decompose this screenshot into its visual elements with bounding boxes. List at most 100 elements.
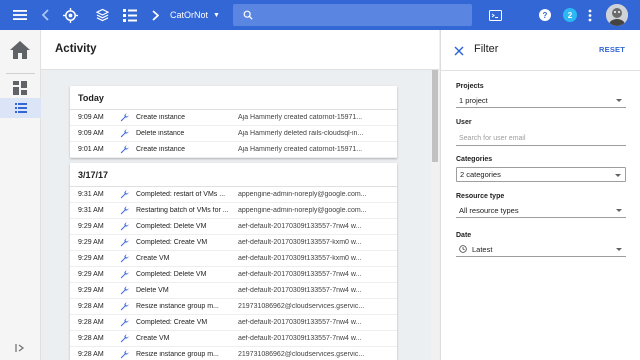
home-icon[interactable] bbox=[9, 39, 31, 61]
categories-value: 2 categories bbox=[460, 170, 501, 179]
activity-group-today: Today 9:09 AM Create instance Aja Hammerly… bbox=[70, 86, 397, 158]
activity-type: Create instance bbox=[136, 114, 186, 121]
activity-time: 9:29 AM bbox=[78, 239, 104, 246]
wrench-icon bbox=[120, 190, 129, 199]
activity-description: aef-default-20170309t133557-kxm0 w... bbox=[238, 255, 362, 262]
avatar[interactable] bbox=[606, 4, 628, 26]
resource-type-value: All resource types bbox=[459, 205, 519, 215]
activity-type: Create VM bbox=[136, 255, 170, 262]
nav-item-activity[interactable] bbox=[0, 98, 41, 118]
search-bar[interactable] bbox=[233, 4, 472, 26]
activity-type: Completed: Create VM bbox=[136, 319, 208, 326]
activity-description: appengine-admin-noreply@google.com... bbox=[238, 191, 367, 198]
wrench-icon bbox=[120, 286, 129, 295]
wrench-icon bbox=[120, 129, 129, 138]
activity-description: Aja Hammerly created catornot-15971... bbox=[238, 114, 363, 121]
activity-time: 9:29 AM bbox=[78, 271, 104, 278]
activity-row[interactable]: 9:29 AM Completed: Delete VM aef-default-2… bbox=[70, 267, 397, 283]
activity-time: 9:28 AM bbox=[78, 303, 104, 310]
activity-description: appengine-admin-noreply@google.com... bbox=[238, 207, 367, 214]
activity-row[interactable]: 9:29 AM Delete VM aef-default-20170309t133… bbox=[70, 283, 397, 299]
activity-row[interactable]: 9:09 AM Delete instance Aja Hammerly delet… bbox=[70, 126, 397, 142]
projects-label: Projects bbox=[456, 83, 484, 90]
resource-type-label: Resource type bbox=[456, 193, 505, 200]
activity-description: aef-default-20170309t133557-7nw4 w... bbox=[238, 319, 362, 326]
wrench-icon bbox=[120, 254, 129, 263]
activity-row[interactable]: 9:29 AM Completed: Create VM aef-default-2… bbox=[70, 235, 397, 251]
dropdown-arrow-icon bbox=[616, 209, 622, 212]
filter-panel: Filter RESET Projects 1 project User Sea… bbox=[440, 30, 640, 360]
help-icon[interactable]: ? bbox=[538, 0, 552, 30]
dashboard-icon[interactable] bbox=[13, 81, 27, 95]
activity-time: 9:31 AM bbox=[78, 207, 104, 214]
scrollbar-thumb[interactable] bbox=[432, 70, 438, 162]
resource-type-select[interactable]: All resource types bbox=[456, 203, 626, 218]
filter-divider bbox=[441, 70, 640, 71]
target-icon[interactable] bbox=[62, 0, 78, 30]
activity-time: 9:09 AM bbox=[78, 130, 104, 137]
more-vert-icon[interactable] bbox=[586, 0, 594, 30]
date-label: Date bbox=[456, 232, 472, 239]
activity-row[interactable]: 9:29 AM Create VM aef-default-20170309t133… bbox=[70, 251, 397, 267]
categories-label: Categories bbox=[456, 156, 493, 163]
top-app-bar: CatOrNot ▼ ? 2 bbox=[0, 0, 640, 30]
back-arrow-icon[interactable] bbox=[38, 0, 52, 30]
activity-row[interactable]: 9:29 AM Completed: Delete VM aef-default-2… bbox=[70, 219, 397, 235]
activity-time: 9:09 AM bbox=[78, 114, 104, 121]
chevron-right-icon bbox=[150, 0, 160, 30]
activity-type: Completed: Delete VM bbox=[136, 223, 207, 230]
activity-type: Completed: Create VM bbox=[136, 239, 208, 246]
date-value: Latest bbox=[472, 244, 493, 254]
layers-icon[interactable] bbox=[94, 0, 110, 30]
activity-description: Aja Hammerly created catornot-15971... bbox=[238, 146, 363, 153]
activity-row[interactable]: 9:31 AM Restarting batch of VMs for ... ap… bbox=[70, 203, 397, 219]
activity-description: aef-default-20170309t133557-7nw4 w... bbox=[238, 287, 362, 294]
left-navigation bbox=[0, 30, 41, 360]
activity-time: 9:28 AM bbox=[78, 351, 104, 358]
cloud-shell-icon[interactable] bbox=[488, 0, 502, 30]
wrench-icon bbox=[120, 334, 129, 343]
activity-type: Delete instance bbox=[136, 130, 185, 137]
activity-description: aef-default-20170309t133557-7nw4 w... bbox=[238, 271, 362, 278]
reset-button[interactable]: RESET bbox=[599, 45, 625, 54]
date-select[interactable]: Latest bbox=[456, 242, 626, 257]
activity-type: Create instance bbox=[136, 146, 186, 153]
projects-value: 1 project bbox=[459, 95, 488, 105]
activity-row[interactable]: 9:01 AM Create instance Aja Hammerly creat… bbox=[70, 142, 397, 158]
activity-list-icon bbox=[14, 103, 27, 113]
dropdown-arrow-icon bbox=[616, 99, 622, 102]
activity-type: Resize instance group m... bbox=[136, 351, 219, 358]
activity-row[interactable]: 9:28 AM Completed: Create VM aef-default-2… bbox=[70, 315, 397, 331]
dropdown-arrow-icon bbox=[616, 248, 622, 251]
activity-time: 9:29 AM bbox=[78, 223, 104, 230]
list-view-icon[interactable] bbox=[122, 0, 138, 30]
expand-nav-icon[interactable] bbox=[14, 342, 26, 354]
hamburger-menu-icon[interactable] bbox=[10, 0, 30, 30]
project-name: CatOrNot bbox=[170, 10, 209, 20]
wrench-icon bbox=[120, 302, 129, 311]
projects-select[interactable]: 1 project bbox=[456, 93, 626, 108]
activity-row[interactable]: 9:28 AM Resize instance group m... 2197310… bbox=[70, 347, 397, 360]
filter-title: Filter bbox=[474, 43, 499, 55]
activity-description: aef-default-20170309t133557-7nw4 w... bbox=[238, 223, 362, 230]
activity-time: 9:28 AM bbox=[78, 335, 104, 342]
nav-divider bbox=[6, 73, 35, 74]
activity-time: 9:29 AM bbox=[78, 287, 104, 294]
project-selector[interactable]: CatOrNot ▼ bbox=[170, 0, 220, 30]
group-heading: Today bbox=[70, 86, 397, 110]
activity-row[interactable]: 9:09 AM Create instance Aja Hammerly creat… bbox=[70, 110, 397, 126]
wrench-icon bbox=[120, 222, 129, 231]
activity-feed: Today 9:09 AM Create instance Aja Hammerly… bbox=[41, 70, 439, 360]
close-icon[interactable] bbox=[454, 43, 464, 56]
wrench-icon bbox=[120, 270, 129, 279]
notifications-badge[interactable]: 2 bbox=[563, 8, 577, 22]
activity-time: 9:29 AM bbox=[78, 255, 104, 262]
categories-select[interactable]: 2 categories bbox=[456, 167, 626, 182]
wrench-icon bbox=[120, 350, 129, 359]
activity-header: Activity bbox=[41, 30, 439, 70]
user-label: User bbox=[456, 119, 472, 126]
user-email-input[interactable]: Search for user email bbox=[456, 131, 626, 146]
activity-row[interactable]: 9:31 AM Completed: restart of VMs ... appe… bbox=[70, 187, 397, 203]
activity-row[interactable]: 9:28 AM Create VM aef-default-20170309t133… bbox=[70, 331, 397, 347]
activity-row[interactable]: 9:28 AM Resize instance group m... 2197310… bbox=[70, 299, 397, 315]
